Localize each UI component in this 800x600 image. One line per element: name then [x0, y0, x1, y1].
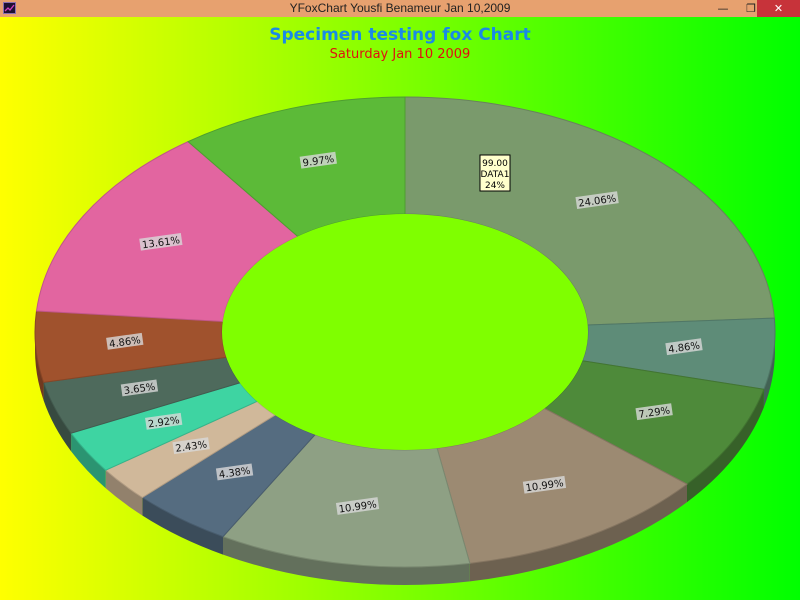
chart-title: Specimen testing fox Chart — [269, 25, 531, 45]
minimize-button[interactable]: — — [708, 0, 738, 17]
tooltip-series: DATA1 — [481, 170, 510, 180]
donut-slices — [34, 96, 776, 585]
title-bar[interactable]: YFoxChart Yousfi Benameur Jan 10,2009 — … — [0, 0, 800, 17]
app-window: YFoxChart Yousfi Benameur Jan 10,2009 — … — [0, 0, 800, 600]
donut-hole — [222, 214, 588, 450]
chart-area: 24.06% 4.86% 7.29% 10.99% 10.99% 4.38% 2.43% 2.… — [0, 17, 800, 600]
chart-subtitle: Saturday Jan 10 2009 — [330, 47, 471, 62]
donut-chart: 24.06%4.86%7.29%10.99%10.99%4.38%2.43%2.… — [0, 17, 800, 600]
close-button[interactable]: ✕ — [757, 0, 800, 17]
window-title: YFoxChart Yousfi Benameur Jan 10,2009 — [289, 1, 511, 15]
tooltip-value: 99.00 — [482, 159, 508, 169]
tooltip-percent: 24% — [485, 181, 505, 191]
data-tooltip: 99.00 DATA1 24% — [479, 154, 511, 192]
